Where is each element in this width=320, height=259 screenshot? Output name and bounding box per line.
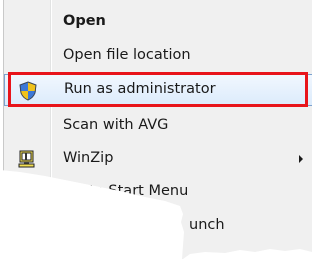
menu-item-label: WinZip bbox=[63, 150, 114, 166]
menu-item-label: Open bbox=[63, 13, 106, 29]
menu-item-partial-launch[interactable]: unch bbox=[4, 210, 312, 242]
menu-item-label: Pin to Start Menu bbox=[63, 183, 189, 199]
menu-item-open-file-location[interactable]: Open file location bbox=[4, 40, 312, 72]
menu-item-winzip[interactable]: WinZip bbox=[4, 143, 312, 175]
winzip-icon bbox=[18, 150, 35, 168]
menu-item-pin-to-start-menu[interactable]: Pin to Start Menu bbox=[4, 176, 312, 208]
menu-item-label: Scan with AVG bbox=[63, 117, 169, 133]
screenshot-stage: Open Open file location Run as administr… bbox=[0, 0, 312, 259]
menu-item-open[interactable]: Open bbox=[4, 6, 312, 38]
menu-item-label: unch bbox=[189, 217, 225, 233]
menu-item-label: Run as administrator bbox=[64, 81, 216, 97]
uac-shield-icon bbox=[19, 81, 37, 101]
submenu-arrow-icon bbox=[299, 155, 303, 163]
menu-item-run-as-administrator[interactable]: Run as administrator bbox=[4, 74, 312, 106]
menu-item-scan-with-avg[interactable]: Scan with AVG bbox=[4, 110, 312, 142]
context-menu: Open Open file location Run as administr… bbox=[3, 0, 312, 259]
menu-item-label: Open file location bbox=[63, 47, 191, 63]
